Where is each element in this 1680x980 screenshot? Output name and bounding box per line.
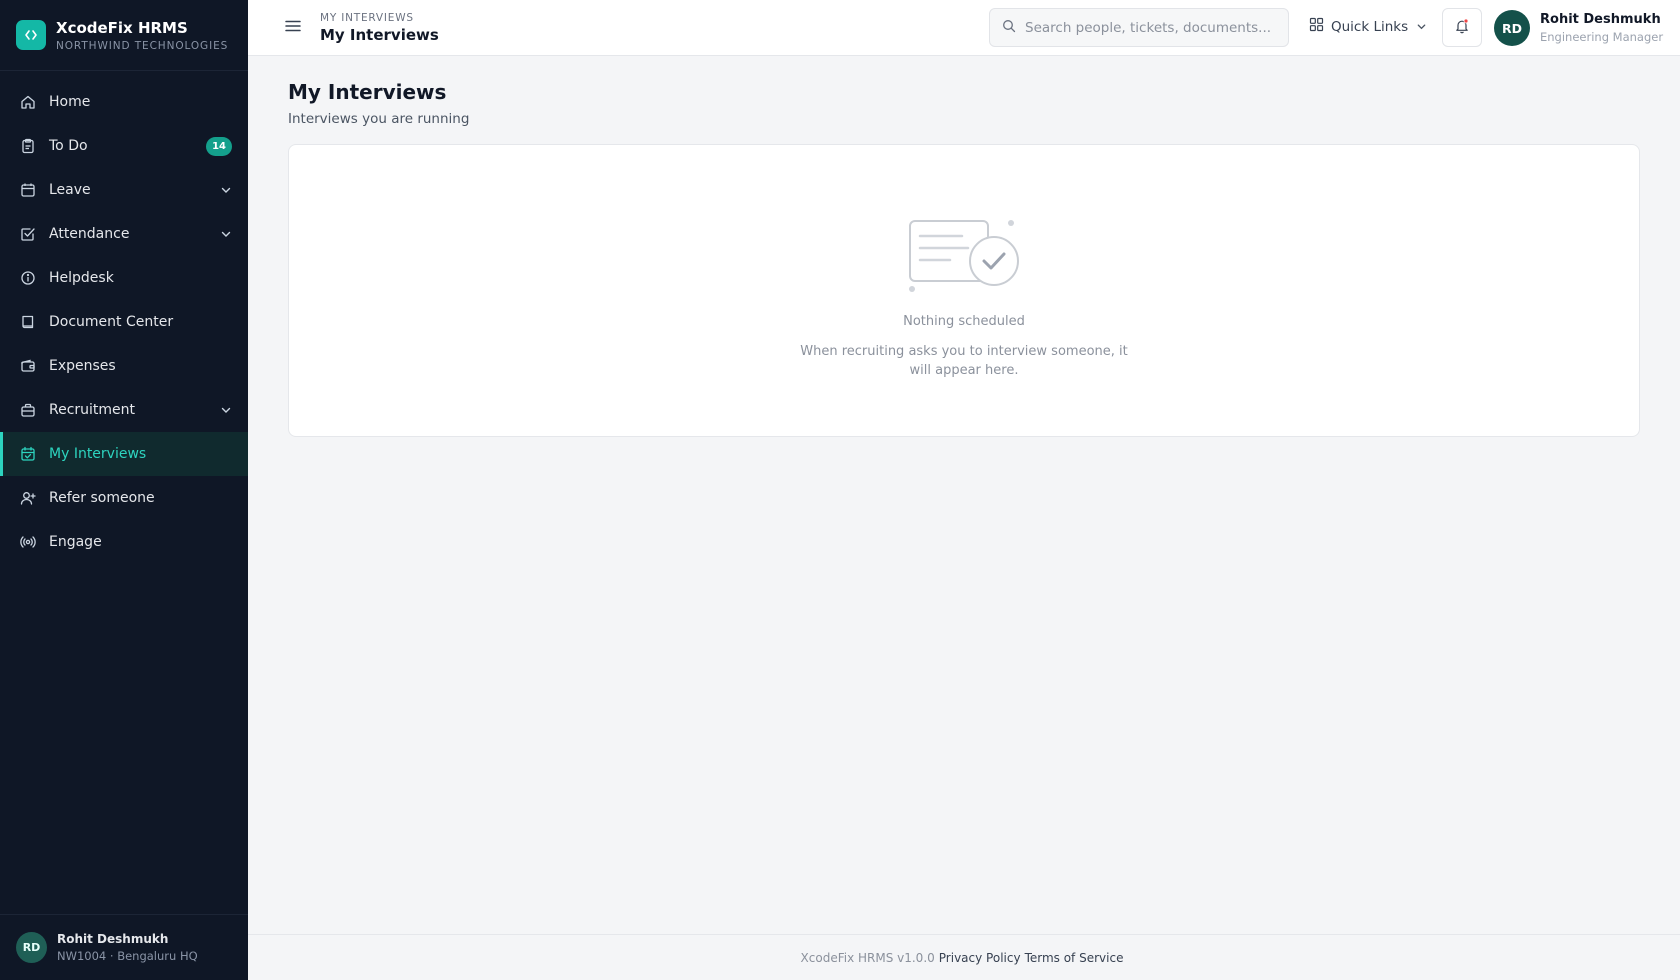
interviews-card: Nothing scheduled When recruiting asks y… bbox=[288, 144, 1640, 437]
sidebar-item-label: Leave bbox=[49, 182, 91, 198]
page-subtitle: Interviews you are running bbox=[288, 111, 470, 127]
search-box[interactable] bbox=[989, 8, 1289, 47]
user-menu[interactable]: RD Rohit Deshmukh Engineering Manager bbox=[1494, 10, 1663, 46]
sidebar-item-label: Helpdesk bbox=[49, 270, 114, 286]
empty-state-description: When recruiting asks you to interview so… bbox=[800, 344, 1128, 378]
quick-links-button[interactable]: Quick Links bbox=[1309, 17, 1427, 36]
sidebar-item-todo[interactable]: To Do 14 bbox=[0, 124, 248, 168]
sidebar-item-label: Refer someone bbox=[49, 490, 155, 506]
search-icon bbox=[1002, 18, 1016, 37]
sidebar-item-expenses[interactable]: Expenses bbox=[0, 344, 248, 388]
page-footer: XcodeFix HRMS v1.0.0 Privacy Policy Term… bbox=[248, 934, 1680, 980]
home-icon bbox=[19, 93, 37, 111]
menu-toggle-button[interactable] bbox=[280, 15, 306, 41]
sidebar-user-meta: NW1004 · Bengaluru HQ bbox=[57, 949, 198, 963]
check-square-icon bbox=[19, 225, 37, 243]
sidebar-item-label: Expenses bbox=[49, 358, 116, 374]
sidebar-item-recruitment[interactable]: Recruitment bbox=[0, 388, 248, 432]
wallet-icon bbox=[19, 357, 37, 375]
info-icon bbox=[19, 269, 37, 287]
app-version: XcodeFix HRMS v1.0.0 bbox=[800, 950, 935, 965]
sidebar-item-label: Attendance bbox=[49, 226, 130, 242]
todo-count-badge: 14 bbox=[206, 136, 232, 156]
empty-state-title: Nothing scheduled bbox=[903, 314, 1025, 329]
sidebar-item-label: Document Center bbox=[49, 314, 174, 330]
sidebar-item-home[interactable]: Home bbox=[0, 80, 248, 124]
user-plus-icon bbox=[19, 489, 37, 507]
avatar: RD bbox=[1494, 10, 1530, 46]
sidebar-item-helpdesk[interactable]: Helpdesk bbox=[0, 256, 248, 300]
sidebar-item-document-center[interactable]: Document Center bbox=[0, 300, 248, 344]
sidebar-item-label: To Do bbox=[49, 138, 88, 154]
sidebar-item-leave[interactable]: Leave bbox=[0, 168, 248, 212]
chevron-down-icon bbox=[220, 401, 232, 420]
sidebar-item-attendance[interactable]: Attendance bbox=[0, 212, 248, 256]
empty-state: Nothing scheduled When recruiting asks y… bbox=[289, 217, 1639, 380]
sidebar-item-engage[interactable]: Engage bbox=[0, 520, 248, 564]
user-role: Engineering Manager bbox=[1540, 30, 1664, 44]
avatar: RD bbox=[16, 932, 47, 963]
chevron-down-icon bbox=[220, 225, 232, 244]
sidebar-item-label: Recruitment bbox=[49, 402, 136, 418]
page-title: My Interviews bbox=[288, 80, 447, 104]
clipboard-icon bbox=[19, 137, 37, 155]
grid-icon bbox=[1309, 17, 1324, 36]
sidebar-user[interactable]: RD Rohit Deshmukh NW1004 · Bengaluru HQ bbox=[0, 914, 248, 980]
top-header: MY INTERVIEWS My Interviews Quick Links … bbox=[248, 0, 1680, 56]
sidebar-nav: Home To Do 14 Leave Attendance Helpdesk … bbox=[0, 71, 248, 914]
brand-org: NORTHWIND TECHNOLOGIES bbox=[56, 39, 229, 52]
breadcrumb: MY INTERVIEWS My Interviews bbox=[320, 12, 439, 44]
sidebar-item-refer-someone[interactable]: Refer someone bbox=[0, 476, 248, 520]
broadcast-icon bbox=[19, 533, 37, 551]
sidebar-item-label: Engage bbox=[49, 534, 102, 550]
sidebar-item-label: Home bbox=[49, 94, 91, 110]
terms-of-service-link[interactable]: Terms of Service bbox=[1025, 951, 1124, 965]
user-name: Rohit Deshmukh bbox=[1540, 12, 1661, 27]
brand-name: XcodeFix HRMS bbox=[56, 18, 188, 37]
code-icon bbox=[16, 20, 46, 50]
chevron-down-icon bbox=[220, 181, 232, 200]
calendar-check-icon bbox=[19, 445, 37, 463]
quick-links-label: Quick Links bbox=[1331, 18, 1409, 35]
breadcrumb-label: MY INTERVIEWS bbox=[320, 11, 414, 24]
brand[interactable]: XcodeFix HRMS NORTHWIND TECHNOLOGIES bbox=[0, 0, 248, 71]
hamburger-icon bbox=[284, 17, 302, 39]
notifications-button[interactable] bbox=[1442, 8, 1482, 47]
sidebar: XcodeFix HRMS NORTHWIND TECHNOLOGIES Hom… bbox=[0, 0, 248, 980]
privacy-policy-link[interactable]: Privacy Policy bbox=[939, 951, 1021, 965]
bell-icon bbox=[1454, 18, 1470, 38]
empty-calendar-check-illustration-icon bbox=[289, 217, 1639, 293]
chevron-down-icon bbox=[1416, 17, 1427, 36]
search-input[interactable] bbox=[1025, 19, 1275, 36]
briefcase-icon bbox=[19, 401, 37, 419]
sidebar-user-name: Rohit Deshmukh bbox=[57, 932, 169, 946]
book-icon bbox=[19, 313, 37, 331]
sidebar-item-my-interviews[interactable]: My Interviews bbox=[0, 432, 248, 476]
calendar-icon bbox=[19, 181, 37, 199]
header-title: My Interviews bbox=[320, 25, 439, 44]
sidebar-item-label: My Interviews bbox=[49, 446, 147, 462]
